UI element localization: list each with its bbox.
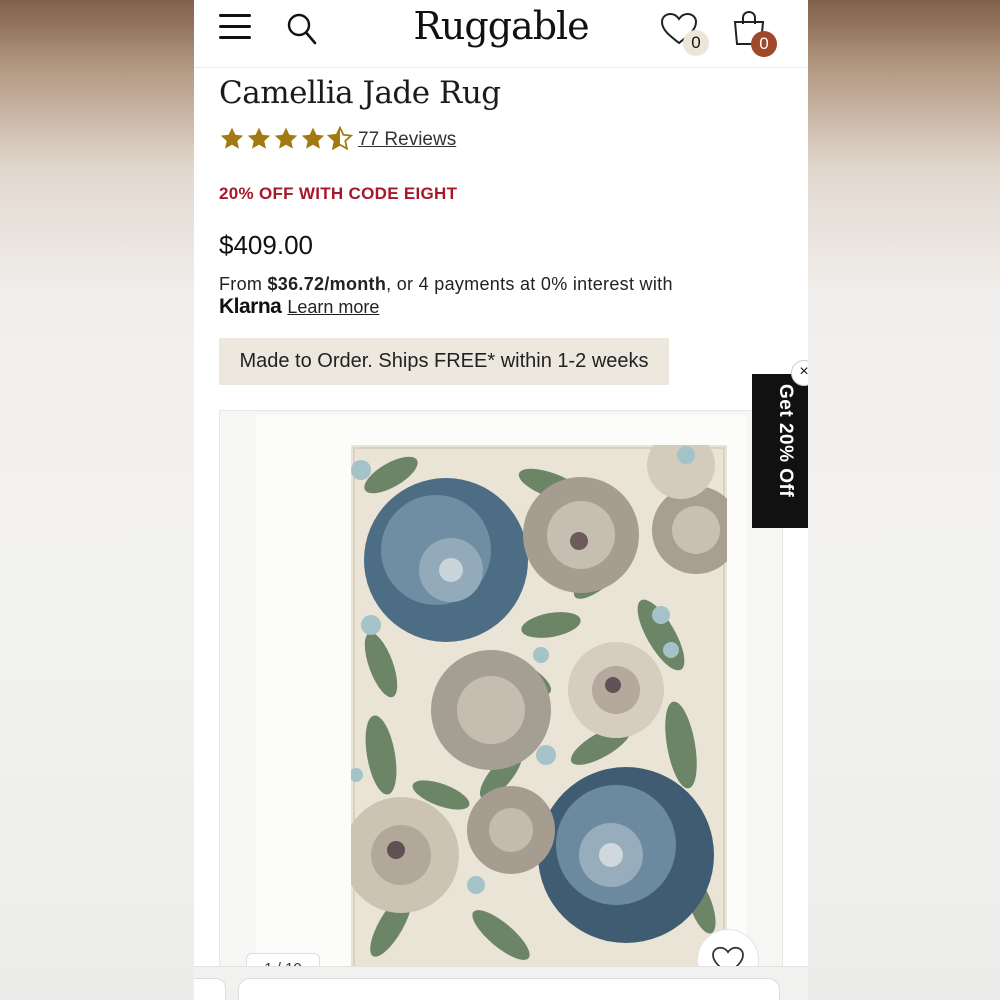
background-left bbox=[0, 0, 194, 1000]
get-offer-tab[interactable]: Get 20% Off bbox=[752, 374, 808, 528]
klarna-row: Klarna Learn more bbox=[219, 295, 379, 319]
learn-more-link[interactable]: Learn more bbox=[287, 297, 379, 317]
background-right bbox=[808, 0, 1000, 1000]
financing-text: From $36.72/month, or 4 payments at 0% i… bbox=[219, 274, 673, 295]
reviews-link[interactable]: 77 Reviews bbox=[358, 129, 456, 151]
bottom-action-bar[interactable] bbox=[238, 978, 780, 1000]
bottom-left-button[interactable] bbox=[194, 978, 226, 1000]
product-title: Camellia Jade Rug bbox=[219, 75, 501, 111]
rating-stars bbox=[219, 126, 353, 154]
star-icon bbox=[220, 127, 244, 149]
wishlist-count-badge: 0 bbox=[683, 30, 709, 56]
top-nav-bar: Ruggable 0 0 bbox=[194, 0, 808, 68]
half-star-icon bbox=[327, 126, 353, 151]
wishlist-button[interactable]: 0 bbox=[660, 12, 709, 56]
promo-code-text: 20% OFF WITH CODE EIGHT bbox=[219, 184, 458, 203]
star-icon bbox=[274, 127, 298, 149]
cart-count-badge: 0 bbox=[751, 31, 777, 57]
product-image-gallery[interactable]: 1 / 10 bbox=[219, 410, 783, 1000]
rug-image bbox=[351, 445, 727, 975]
shipping-banner: Made to Order. Ships FREE* within 1-2 we… bbox=[219, 338, 669, 385]
product-price: $409.00 bbox=[219, 230, 313, 260]
cart-button[interactable]: 0 bbox=[731, 10, 781, 60]
gallery-image-frame bbox=[256, 415, 746, 1000]
star-icon bbox=[301, 127, 325, 149]
phone-screen: Ruggable 0 0 Camellia Jade Rug 77 Review… bbox=[194, 0, 808, 1000]
financing-prefix: From bbox=[219, 274, 268, 294]
offer-tab-label: Get 20% Off bbox=[775, 384, 796, 498]
financing-amount: $36.72/month bbox=[267, 274, 387, 294]
ruggable-logo[interactable]: Ruggable bbox=[194, 4, 808, 48]
star-icon bbox=[247, 127, 271, 149]
klarna-logo: Klarna bbox=[219, 295, 282, 318]
financing-suffix: , or 4 payments at 0% interest with bbox=[386, 274, 673, 294]
